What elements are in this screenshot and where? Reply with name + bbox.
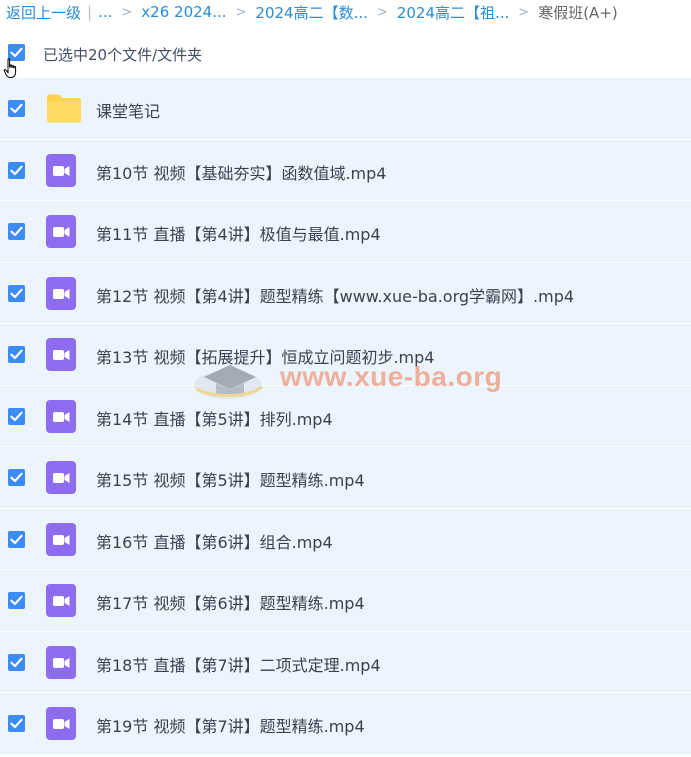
file-row[interactable]: 第13节 视频【拓展提升】恒成立问题初步.mp4 bbox=[0, 324, 691, 386]
file-name[interactable]: 第11节 直播【第4讲】极值与最值.mp4 bbox=[96, 221, 381, 245]
check-icon bbox=[10, 411, 23, 421]
chevron-right-icon: > bbox=[376, 4, 388, 20]
file-checkbox[interactable] bbox=[8, 469, 25, 486]
file-name[interactable]: 第17节 视频【第6讲】题型精练.mp4 bbox=[96, 590, 365, 614]
video-file-icon[interactable] bbox=[46, 215, 76, 248]
breadcrumb-current: 寒假班(A+) bbox=[538, 3, 618, 22]
file-name[interactable]: 第13节 视频【拓展提升】恒成立问题初步.mp4 bbox=[96, 344, 434, 368]
chevron-right-icon: > bbox=[235, 4, 247, 20]
check-icon bbox=[10, 657, 23, 667]
file-checkbox[interactable] bbox=[8, 223, 25, 240]
check-icon bbox=[10, 288, 23, 298]
video-file-icon[interactable] bbox=[46, 522, 76, 556]
breadcrumb-item-x26[interactable]: x26 2024... bbox=[141, 3, 226, 21]
file-row[interactable]: 第10节 视频【基础夯实】函数值域.mp4 bbox=[0, 139, 691, 201]
file-checkbox[interactable] bbox=[8, 346, 25, 363]
check-icon bbox=[10, 226, 23, 237]
file-name[interactable]: 第18节 直播【第7讲】二项式定理.mp4 bbox=[96, 652, 381, 676]
file-name[interactable]: 课堂笔记 bbox=[96, 98, 160, 122]
check-icon bbox=[10, 595, 23, 606]
file-list: 课堂笔记第10节 视频【基础夯实】函数值域.mp4 第11节 直播【第4讲】极值与… bbox=[0, 78, 691, 755]
chevron-right-icon: > bbox=[518, 4, 530, 20]
video-file-icon[interactable] bbox=[46, 707, 76, 740]
file-row[interactable]: 第15节 视频【第5讲】题型精练.mp4 bbox=[0, 447, 691, 509]
check-icon bbox=[10, 47, 23, 58]
file-row[interactable]: 课堂笔记 bbox=[0, 78, 691, 140]
folder-icon[interactable] bbox=[46, 92, 81, 125]
check-icon bbox=[10, 349, 23, 360]
check-icon bbox=[10, 165, 23, 175]
check-icon bbox=[10, 103, 23, 114]
video-file-icon[interactable] bbox=[46, 399, 76, 433]
file-row[interactable]: 第12节 视频【第4讲】题型精练【www.xue-ba.org学霸网】.mp4 bbox=[0, 262, 691, 324]
file-name[interactable]: 第10节 视频【基础夯实】函数值域.mp4 bbox=[96, 160, 386, 184]
check-icon bbox=[10, 472, 23, 483]
file-checkbox[interactable] bbox=[8, 100, 25, 117]
file-checkbox[interactable] bbox=[8, 530, 25, 548]
video-file-icon[interactable] bbox=[46, 461, 76, 494]
file-row[interactable]: 第16节 直播【第6讲】组合.mp4 bbox=[0, 508, 691, 570]
file-row[interactable]: 第18节 直播【第7讲】二项式定理.mp4 bbox=[0, 631, 691, 693]
file-name[interactable]: 第19节 视频【第7讲】题型精练.mp4 bbox=[96, 713, 365, 737]
file-checkbox[interactable] bbox=[8, 407, 25, 425]
file-row[interactable]: 第19节 视频【第7讲】题型精练.mp4 bbox=[0, 693, 691, 755]
video-file-icon[interactable] bbox=[46, 276, 76, 310]
file-checkbox[interactable] bbox=[8, 592, 25, 609]
video-file-icon[interactable] bbox=[46, 645, 76, 679]
check-icon bbox=[10, 718, 23, 729]
hand-cursor-icon bbox=[3, 58, 17, 78]
file-name[interactable]: 第15节 视频【第5讲】题型精练.mp4 bbox=[96, 467, 365, 491]
breadcrumb: 返回上一级 | ... > x26 2024... > 2024高二【数... … bbox=[0, 0, 691, 24]
file-name[interactable]: 第14节 直播【第5讲】排列.mp4 bbox=[96, 406, 333, 430]
file-checkbox[interactable] bbox=[8, 161, 25, 179]
file-checkbox[interactable] bbox=[8, 653, 25, 671]
chevron-right-icon: > bbox=[121, 4, 133, 20]
file-checkbox[interactable] bbox=[8, 715, 25, 732]
selection-count-label: 已选中20个文件/文件夹 bbox=[43, 46, 203, 64]
check-icon bbox=[10, 534, 23, 544]
file-row[interactable]: 第11节 直播【第4讲】极值与最值.mp4 bbox=[0, 201, 691, 263]
breadcrumb-item-math[interactable]: 2024高二【数... bbox=[255, 2, 367, 23]
back-link[interactable]: 返回上一级 bbox=[6, 2, 81, 23]
file-row[interactable]: 第14节 直播【第5讲】排列.mp4 bbox=[0, 385, 691, 447]
file-row[interactable]: 第17节 视频【第6讲】题型精练.mp4 bbox=[0, 570, 691, 632]
file-name[interactable]: 第12节 视频【第4讲】题型精练【www.xue-ba.org学霸网】.mp4 bbox=[96, 283, 574, 307]
select-all-bar: 已选中20个文件/文件夹 bbox=[0, 36, 691, 72]
file-checkbox[interactable] bbox=[8, 284, 25, 302]
video-file-icon[interactable] bbox=[46, 338, 76, 371]
file-name[interactable]: 第16节 直播【第6讲】组合.mp4 bbox=[96, 529, 333, 553]
breadcrumb-item-zu[interactable]: 2024高二【祖... bbox=[397, 2, 509, 23]
video-file-icon[interactable] bbox=[46, 153, 76, 187]
breadcrumb-ellipsis[interactable]: ... bbox=[98, 3, 112, 21]
breadcrumb-divider: | bbox=[87, 3, 93, 21]
video-file-icon[interactable] bbox=[46, 584, 76, 617]
